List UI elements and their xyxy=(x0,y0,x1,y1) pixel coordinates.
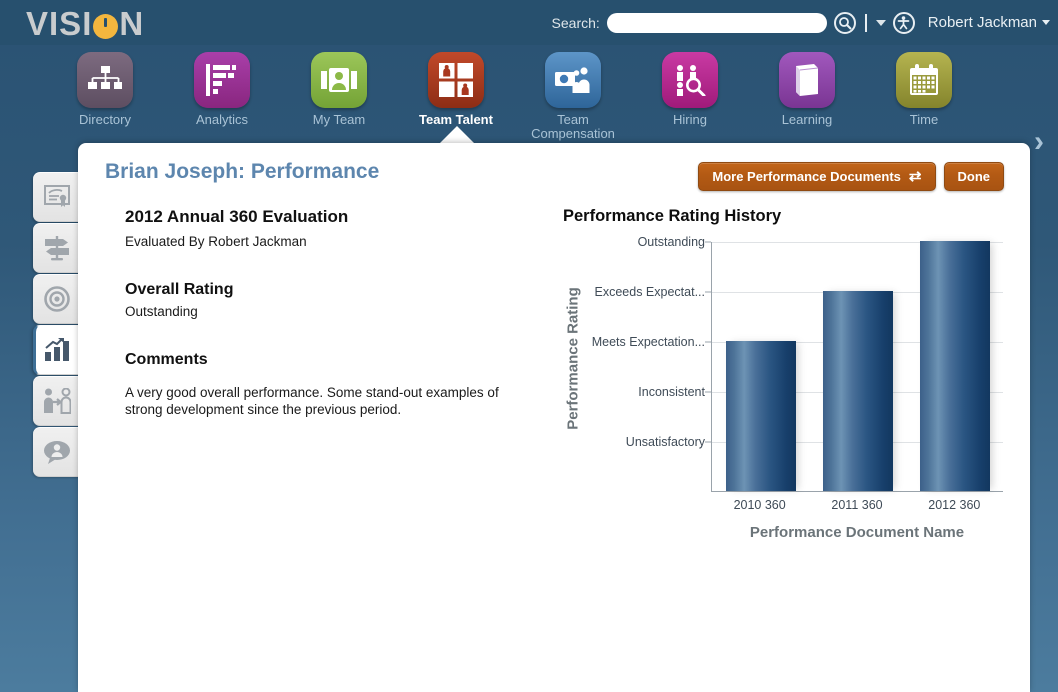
chart-x-tick-label: 2012 360 xyxy=(928,498,981,512)
chart-bar[interactable] xyxy=(920,241,991,491)
nav-label: Time xyxy=(909,112,939,127)
accessibility-icon[interactable] xyxy=(892,11,915,34)
more-performance-documents-button[interactable]: More Performance Documents ⇄ xyxy=(698,162,936,191)
nav-item-directory[interactable]: Directory xyxy=(46,52,164,127)
search-options-chevron-down-icon[interactable] xyxy=(875,19,886,26)
nav-item-hiring[interactable]: Hiring xyxy=(631,52,749,127)
chart-x-tick-label: 2011 360 xyxy=(831,498,883,512)
sidebar-item-feedback[interactable] xyxy=(33,427,80,477)
chart-x-axis-label: Performance Document Name xyxy=(749,524,965,541)
chart-plot-area xyxy=(711,241,1003,492)
chart-bar[interactable] xyxy=(725,341,796,491)
chart-bar[interactable] xyxy=(823,291,893,491)
comments-heading: Comments xyxy=(125,351,208,368)
chart-y-tick-label: Inconsistent xyxy=(638,385,705,399)
evaluation-details: 2012 Annual 360 Evaluation Evaluated By … xyxy=(125,207,545,418)
evaluated-by: Evaluated By Robert Jackman xyxy=(125,234,307,249)
chart-x-tick-label: 2010 360 xyxy=(733,498,786,512)
nav-item-team-compensation[interactable]: Team Compensation xyxy=(514,52,632,141)
search-label: Search: xyxy=(551,14,600,31)
nav-item-learning[interactable]: Learning xyxy=(748,52,866,127)
talent-grid-icon xyxy=(428,52,484,108)
nav-item-analytics[interactable]: Analytics xyxy=(163,52,281,127)
chart-y-tick-label: Unsatisfactory xyxy=(625,435,705,449)
user-menu[interactable]: Robert Jackman xyxy=(928,14,1050,31)
content-panel: Brian Joseph: Performance More Performan… xyxy=(78,143,1030,692)
divider xyxy=(864,13,867,32)
overall-rating-value: Outstanding xyxy=(125,304,198,319)
page-title: Brian Joseph: Performance xyxy=(105,160,380,183)
nav-item-my-team[interactable]: My Team xyxy=(280,52,398,127)
left-sidebar xyxy=(33,172,80,478)
nav-label: Team Talent xyxy=(419,112,493,127)
username-label: Robert Jackman xyxy=(927,14,1037,31)
top-bar: VISI N Search: Robert Jackman xyxy=(0,0,1058,45)
performance-rating-chart: Performance Rating History Performance R… xyxy=(563,207,1003,542)
panel-actions: More Performance Documents ⇄ Done xyxy=(698,162,1004,191)
nav-label: My Team xyxy=(312,112,366,127)
logo-o-dot-icon xyxy=(93,13,119,39)
nav-item-team-talent[interactable]: Team Talent xyxy=(397,52,515,127)
sidebar-item-career[interactable] xyxy=(33,223,80,273)
more-documents-label: More Performance Documents xyxy=(712,169,901,184)
book-icon xyxy=(779,52,835,108)
nav-label: Team Compensation xyxy=(531,112,615,141)
hiring-search-icon xyxy=(662,52,718,108)
active-tab-pointer xyxy=(440,126,474,143)
sidebar-item-goals[interactable] xyxy=(33,274,80,324)
chart-y-tick-label: Meets Expectation... xyxy=(591,335,705,349)
nav-label: Analytics xyxy=(195,112,249,127)
sidebar-item-certifications[interactable] xyxy=(33,172,80,222)
calendar-icon xyxy=(896,52,952,108)
nav-label: Directory xyxy=(78,112,131,127)
sidebar-item-succession[interactable] xyxy=(33,376,80,426)
main-navigation: Directory Analytics My Team Team Talent … xyxy=(0,45,1058,157)
chart-plot-container: Performance Rating Outstanding Exceeds Ex… xyxy=(563,235,1003,542)
comments-text: A very good overall performance. Some st… xyxy=(125,385,499,417)
nav-label: Hiring xyxy=(673,112,707,127)
nav-next-arrow-icon[interactable]: › xyxy=(1034,127,1044,157)
people-card-icon xyxy=(311,52,367,108)
logo-text-left: VISI xyxy=(26,5,93,42)
logo-text-right: N xyxy=(119,5,145,42)
nav-item-time[interactable]: Time xyxy=(865,52,983,127)
chart-y-tick-label: Exceeds Expectat... xyxy=(594,285,705,299)
sidebar-item-performance[interactable] xyxy=(33,325,80,375)
money-people-icon xyxy=(545,52,601,108)
org-chart-icon xyxy=(77,52,133,108)
search-area: Search: Robert Jackman xyxy=(552,0,1050,45)
chart-y-axis-label: Performance Rating xyxy=(564,287,582,430)
done-button[interactable]: Done xyxy=(943,162,1004,191)
done-label: Done xyxy=(957,169,991,184)
chart-title: Performance Rating History xyxy=(563,207,782,225)
chart-y-axis-ticks: Outstanding Exceeds Expectat... Meets Expe… xyxy=(583,235,711,492)
overall-rating-heading: Overall Rating xyxy=(125,281,234,298)
search-icon[interactable] xyxy=(833,11,856,34)
chart-y-tick-label: Outstanding xyxy=(637,235,705,249)
bar-chart-icon xyxy=(194,52,250,108)
evaluation-document-title: 2012 Annual 360 Evaluation xyxy=(125,207,349,226)
user-chevron-down-icon xyxy=(1042,20,1050,25)
left-right-arrow-icon: ⇄ xyxy=(908,168,922,185)
vision-logo[interactable]: VISI N xyxy=(26,5,144,43)
search-input[interactable] xyxy=(606,12,827,33)
nav-label: Learning xyxy=(781,112,833,127)
